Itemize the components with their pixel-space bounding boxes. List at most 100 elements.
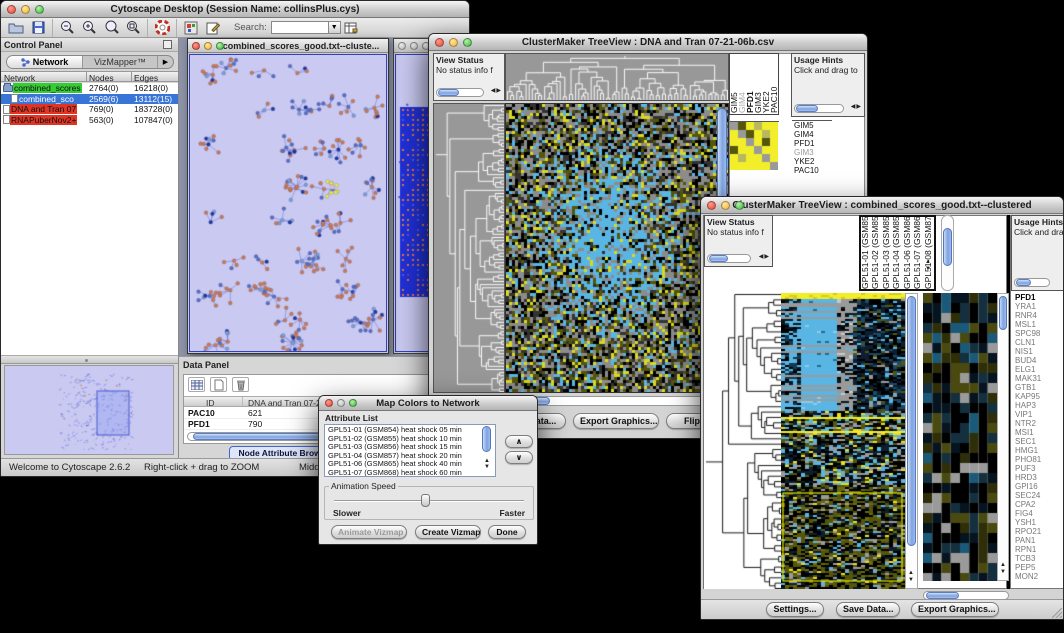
col-network[interactable]: Network [4, 73, 35, 83]
gene-label[interactable]: FIG4 [1013, 509, 1063, 518]
gene-label[interactable]: PHO81 [1013, 455, 1063, 464]
treeview2-zoom-vscrollbar[interactable]: ▲▼ [997, 293, 1009, 581]
gene-label[interactable]: PEP5 [1013, 563, 1063, 572]
dialog-titlebar[interactable]: Map Colors to Network [319, 396, 537, 411]
done-button[interactable]: Done [488, 525, 526, 539]
gene-label[interactable]: YSH1 [1013, 518, 1063, 527]
treeview1-row-dendrogram[interactable] [433, 103, 505, 393]
treeview1-column-dendrogram[interactable] [505, 53, 729, 101]
scroll-arrows-icon[interactable]: ▲▼ [484, 458, 490, 470]
gene-label[interactable]: PAC10 [792, 166, 832, 175]
close-button[interactable] [398, 42, 406, 50]
gene-label[interactable]: TCB3 [1013, 554, 1063, 563]
gene-label[interactable]: VIP1 [1013, 410, 1063, 419]
gene-label[interactable]: HMG1 [1013, 446, 1063, 455]
minimize-button[interactable] [21, 5, 30, 14]
close-button[interactable] [7, 5, 16, 14]
treeview2-heatmap[interactable] [781, 293, 905, 589]
close-button[interactable] [325, 399, 333, 407]
panel-splitter[interactable] [1, 355, 178, 364]
gene-label[interactable]: GIM4 [792, 130, 832, 139]
main-titlebar[interactable]: Cytoscape Desktop (Session Name: collins… [1, 1, 469, 18]
attribute-item[interactable]: GPL51-02 (GSM855) heat shock 10 min [325, 435, 495, 444]
resize-grip-icon[interactable] [1052, 608, 1062, 618]
gene-label[interactable]: SEC1 [1013, 437, 1063, 446]
gene-label[interactable]: CPA2 [1013, 500, 1063, 509]
search-dropdown-button[interactable]: ▼ [329, 21, 341, 34]
attribute-item[interactable]: GPL51-03 (GSM856) heat shock 15 min [325, 443, 495, 452]
network-row[interactable]: RNAPuberNov2+563(0)107847(0) [1, 115, 178, 126]
gene-label[interactable]: RPO21 [1013, 527, 1063, 536]
new-attribute-icon[interactable] [210, 377, 227, 392]
col-edges[interactable]: Edges [134, 73, 158, 83]
scroll-arrows-icon[interactable]: ▲▼ [1000, 562, 1006, 576]
zoom-fit-icon[interactable] [100, 19, 122, 37]
open-folder-icon[interactable] [5, 19, 27, 37]
annotation-icon[interactable] [202, 19, 224, 37]
zoom-selected-icon[interactable] [122, 19, 144, 37]
export-graphics-button[interactable]: Export Graphics... [911, 602, 999, 617]
network-view-1[interactable] [189, 54, 387, 352]
treeview1-mini-heatmap[interactable] [730, 121, 779, 170]
scroll-arrows-icon[interactable]: ▲▼ [908, 570, 914, 584]
speed-slider-thumb[interactable] [421, 494, 430, 507]
close-button[interactable] [707, 201, 716, 210]
attribute-item[interactable]: GPL51-07 (GSM868) heat shock 60 min [325, 469, 495, 478]
attribute-item[interactable]: GPL51-06 (GSM865) heat shock 40 min [325, 460, 495, 469]
col-nodes[interactable]: Nodes [89, 73, 114, 83]
settings-button[interactable]: Settings... [766, 602, 824, 617]
gene-label[interactable]: PFD1 [792, 139, 832, 148]
vizmapper-icon[interactable] [180, 19, 202, 37]
gene-label[interactable]: PUF3 [1013, 464, 1063, 473]
scroll-arrows-icon[interactable]: ◀▶ [491, 86, 502, 96]
treeview1-heatmap[interactable] [505, 103, 729, 393]
create-vizmap-button[interactable]: Create Vizmap [415, 525, 481, 539]
gene-label[interactable]: ELG1 [1013, 365, 1063, 374]
network-window-1-titlebar[interactable]: combined_scores_good.txt--cluste... [188, 39, 388, 53]
gene-label[interactable]: HAP3 [1013, 401, 1063, 410]
zoom-button[interactable] [463, 38, 472, 47]
gene-label[interactable]: RNR4 [1013, 311, 1063, 320]
network-canvas-1[interactable] [190, 55, 387, 352]
gene-label[interactable]: GPI16 [1013, 482, 1063, 491]
gene-label[interactable]: HRD3 [1013, 473, 1063, 482]
attribute-table-icon[interactable] [188, 377, 205, 392]
scroll-thumb[interactable] [926, 592, 960, 599]
gene-label[interactable]: MSL1 [1013, 320, 1063, 329]
scroll-thumb[interactable] [438, 89, 459, 96]
minimize-button[interactable] [204, 42, 212, 50]
gene-label[interactable]: MON2 [1013, 572, 1063, 581]
close-button[interactable] [435, 38, 444, 47]
treeview1-titlebar[interactable]: ClusterMaker TreeView : DNA and Tran 07-… [429, 34, 867, 51]
usage-hints-scrollbar[interactable] [794, 104, 844, 113]
scroll-thumb[interactable] [796, 105, 818, 112]
gene-label[interactable]: CLN1 [1013, 338, 1063, 347]
gene-label[interactable]: SEC24 [1013, 491, 1063, 500]
treeview2-titlebar[interactable]: ClusterMaker TreeView : combined_scores_… [701, 197, 1063, 214]
scroll-thumb[interactable] [1016, 279, 1031, 286]
minimize-button[interactable] [410, 42, 418, 50]
attribute-item[interactable]: GPL51-01 (GSM854) heat shock 05 min [325, 426, 495, 435]
zoom-button[interactable] [35, 5, 44, 14]
gene-label[interactable]: NTR2 [1013, 419, 1063, 428]
gene-label[interactable]: GIM5 [792, 121, 832, 130]
data-col-id[interactable]: ID [206, 398, 215, 408]
save-icon[interactable] [27, 19, 49, 37]
scroll-thumb[interactable] [709, 255, 728, 262]
scroll-arrows-icon[interactable]: ◀▶ [759, 252, 770, 262]
label-scroll-arrows-icon[interactable]: ▲▼ [925, 259, 931, 273]
help-icon[interactable] [151, 19, 173, 37]
network-row[interactable]: combined_scores2764(0)16218(0) [1, 83, 178, 94]
tab-overflow-button[interactable]: ▶ [157, 56, 173, 68]
zoom-button[interactable] [735, 201, 744, 210]
view-status-scrollbar[interactable] [436, 88, 484, 97]
zoom-out-icon[interactable] [56, 19, 78, 37]
network-row[interactable]: combined_sco2569(6)13112(15) [1, 94, 178, 105]
network-row[interactable]: DNA and Tran 07769(0)183728(0) [1, 104, 178, 115]
gene-label[interactable]: BUD4 [1013, 356, 1063, 365]
gene-label[interactable]: RPN1 [1013, 545, 1063, 554]
scroll-thumb[interactable] [907, 296, 916, 546]
move-up-button[interactable]: ∧ [505, 435, 533, 448]
zoom-button[interactable] [349, 399, 357, 407]
minimize-button[interactable] [721, 201, 730, 210]
